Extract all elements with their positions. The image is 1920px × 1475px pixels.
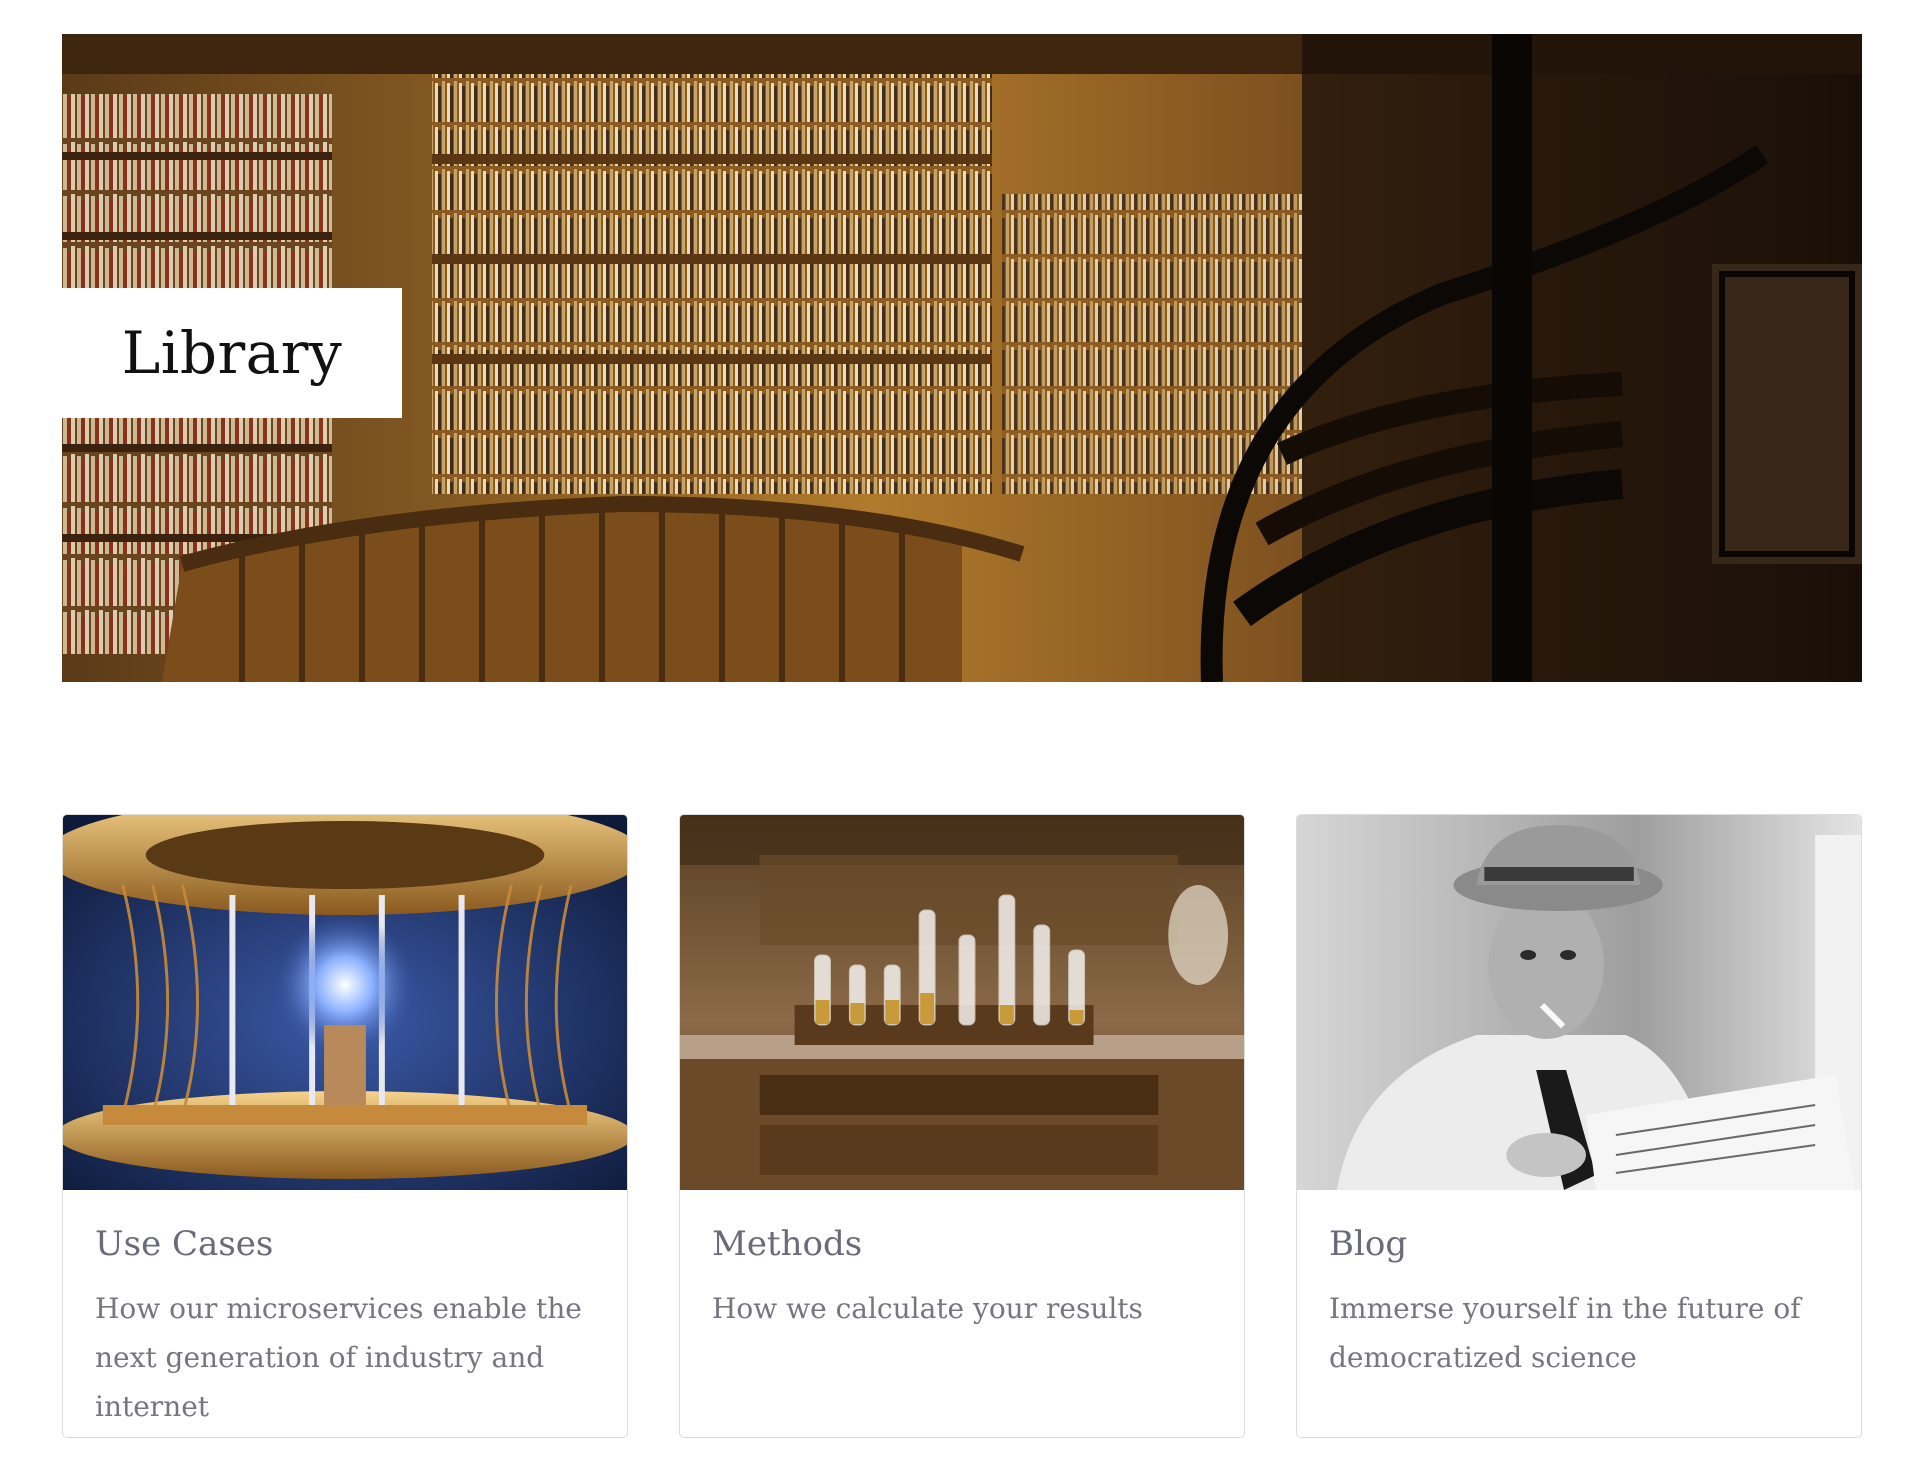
card-body: Blog Immerse yourself in the future of d… bbox=[1297, 1190, 1861, 1382]
card-description: How we calculate your results bbox=[712, 1292, 1143, 1325]
hero-title-box: Library bbox=[62, 288, 402, 418]
newspaper-reader-photo bbox=[1297, 815, 1861, 1190]
test-tubes-photo bbox=[680, 815, 1244, 1190]
card-methods[interactable]: Methods How we calculate your results bbox=[679, 814, 1245, 1438]
card-description: How our microservices enable the next ge… bbox=[95, 1292, 582, 1423]
card-title: Blog bbox=[1329, 1224, 1408, 1264]
card-description: Immerse yourself in the future of democr… bbox=[1329, 1292, 1801, 1374]
card-title: Methods bbox=[712, 1224, 863, 1264]
card-body: Methods How we calculate your results bbox=[680, 1190, 1244, 1333]
card-use-cases[interactable]: Use Cases How our microservices enable t… bbox=[62, 814, 628, 1438]
card-image bbox=[680, 815, 1244, 1190]
hero-banner: Library bbox=[62, 34, 1862, 682]
card-body: Use Cases How our microservices enable t… bbox=[63, 1190, 627, 1431]
card-image bbox=[1297, 815, 1861, 1190]
card-grid: Use Cases How our microservices enable t… bbox=[62, 814, 1862, 1440]
card-title: Use Cases bbox=[95, 1224, 274, 1264]
card-image bbox=[63, 815, 627, 1190]
card-blog[interactable]: Blog Immerse yourself in the future of d… bbox=[1296, 814, 1862, 1438]
page-title: Library bbox=[121, 319, 343, 387]
quantum-computer-photo bbox=[63, 815, 627, 1190]
